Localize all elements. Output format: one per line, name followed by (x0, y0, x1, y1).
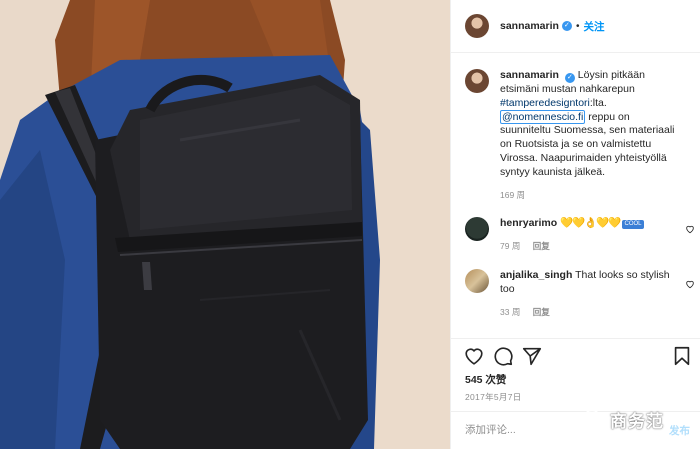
comment-item: henryarimo 💛💛👌💛💛 COOL 79 周 回复 (465, 217, 695, 254)
comment-age: 33 周 (500, 306, 521, 317)
mention-link[interactable]: @nomennescio.fi (500, 109, 586, 124)
wechat-logo-icon (584, 409, 606, 428)
comment-text: 💛💛👌💛💛 (560, 217, 621, 229)
reply-button[interactable]: 回复 (533, 241, 550, 251)
author-avatar[interactable] (465, 14, 489, 38)
commenter-username[interactable]: anjalika_singh (500, 269, 572, 281)
post-side-panel: sannamarin ✓ • 关注 sannamarin ✓ Löysin pi… (450, 0, 700, 449)
caption-text-2: :lta. (589, 96, 607, 109)
verified-badge-icon: ✓ (564, 73, 575, 83)
comments-section[interactable]: sannamarin ✓ Löysin pitkään etsimäni mus… (451, 53, 700, 338)
caption-age: 169 周 (500, 189, 526, 200)
caption-meta: 169 周 (500, 189, 680, 203)
verified-badge-icon: ✓ (561, 21, 572, 31)
author-username[interactable]: sannamarin (500, 20, 559, 32)
comment-age: 79 周 (500, 240, 521, 251)
post-photo[interactable] (0, 0, 450, 449)
instagram-post: sannamarin ✓ • 关注 sannamarin ✓ Löysin pi… (0, 0, 700, 449)
comment-text-line: anjalika_singh That looks so stylish too (500, 269, 680, 297)
follow-button[interactable]: 关注 (583, 19, 604, 34)
separator-dot: • (575, 20, 580, 32)
caption-avatar[interactable] (465, 69, 489, 93)
paper-plane-icon[interactable] (521, 345, 543, 367)
comment-body: anjalika_singh That looks so stylish too… (500, 269, 680, 319)
bookmark-icon[interactable] (671, 345, 693, 367)
comment-text-line: henryarimo 💛💛👌💛💛 COOL (500, 217, 680, 231)
heart-icon[interactable] (463, 345, 485, 367)
action-bar (461, 345, 697, 371)
comment-like-heart-icon[interactable] (685, 279, 695, 289)
comment-like-heart-icon[interactable] (685, 224, 695, 234)
post-header: sannamarin ✓ • 关注 (451, 0, 700, 53)
comment-bubble-icon[interactable] (492, 345, 514, 367)
comment-meta: 33 周 回复 (500, 306, 680, 320)
likes-count[interactable]: 545 次赞 (465, 372, 506, 387)
cool-emoji-badge: COOL (622, 220, 644, 229)
caption-username[interactable]: sannamarin (500, 69, 559, 81)
watermark-text: 商务范 (610, 412, 664, 431)
comment-item: anjalika_singh That looks so stylish too… (465, 269, 695, 319)
post-date: 2017年5月7日 (465, 392, 522, 402)
commenter-username[interactable]: henryarimo (500, 217, 557, 229)
hashtag-link[interactable]: #tamperedesigntori (500, 97, 590, 109)
commenter-avatar[interactable] (465, 217, 489, 241)
comment-meta: 79 周 回复 (500, 240, 680, 254)
commenter-avatar[interactable] (465, 269, 489, 293)
photo-backpack-illustration (0, 0, 450, 449)
caption: sannamarin ✓ Löysin pitkään etsimäni mus… (465, 69, 695, 202)
watermark: 商务范 (584, 405, 694, 433)
caption-body: sannamarin ✓ Löysin pitkään etsimäni mus… (500, 69, 680, 202)
comment-body: henryarimo 💛💛👌💛💛 COOL 79 周 回复 (500, 217, 680, 254)
reply-button[interactable]: 回复 (533, 307, 550, 317)
caption-text: sannamarin ✓ Löysin pitkään etsimäni mus… (500, 69, 680, 180)
